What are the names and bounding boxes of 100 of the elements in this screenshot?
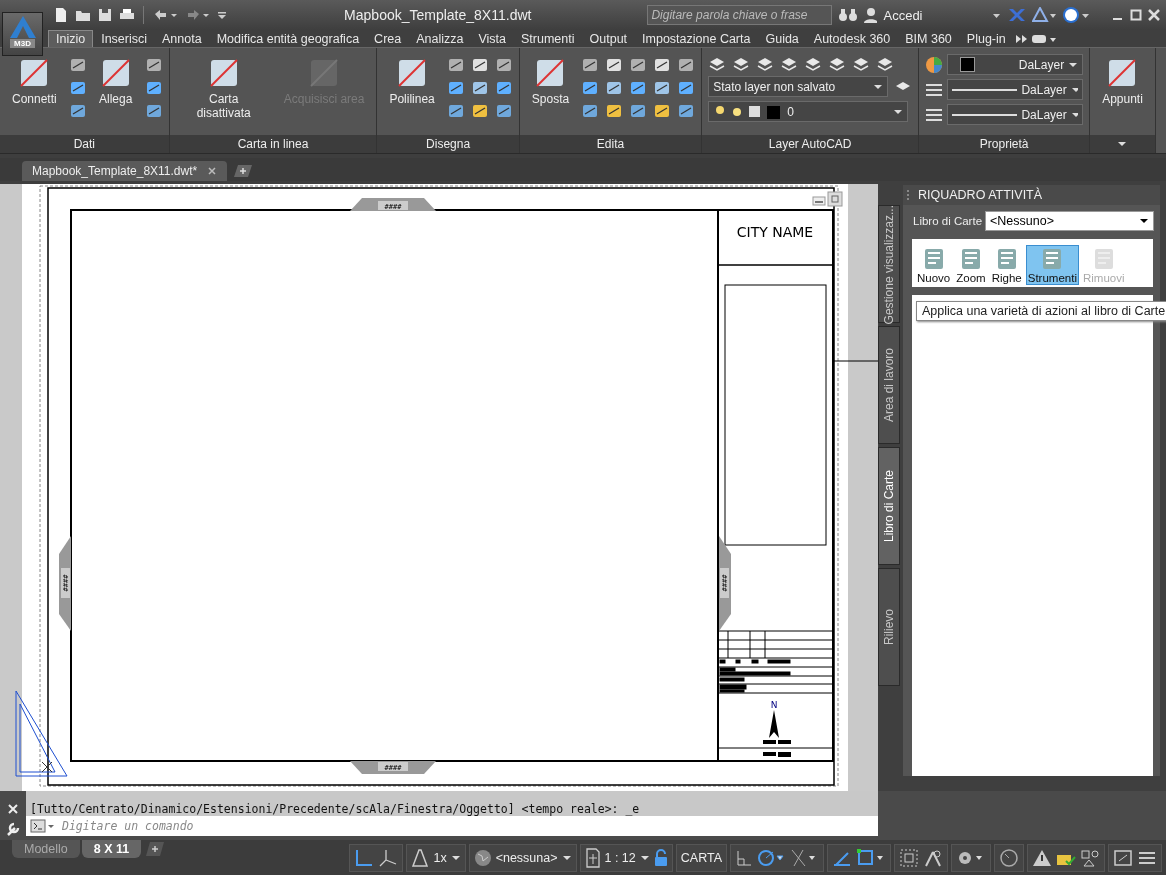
tool-icon[interactable] (653, 56, 672, 74)
annotation-icon[interactable] (411, 847, 430, 868)
tool-icon[interactable] (677, 56, 696, 74)
toolbar-button[interactable]: Strumenti (1025, 245, 1079, 286)
ribbon-button[interactable]: Polilinea (383, 54, 441, 109)
tool-icon[interactable] (677, 102, 696, 120)
minimize-ribbon-icon[interactable] (1030, 32, 1057, 45)
ribbon-tab[interactable]: Plug-in (959, 30, 1013, 47)
close-icon[interactable] (1148, 9, 1160, 21)
sign-in-link[interactable]: Accedi (883, 7, 986, 23)
ribbon-tab[interactable]: Crea (367, 30, 409, 47)
caret-icon[interactable] (561, 853, 572, 862)
side-tab[interactable]: Gestione visualizzaz... (878, 205, 900, 324)
globe-icon[interactable] (473, 848, 492, 867)
tool-icon[interactable] (494, 56, 513, 74)
application-menu-button[interactable]: M3D (2, 12, 44, 56)
lock-icon[interactable] (653, 848, 668, 867)
tool-icon[interactable] (494, 79, 513, 97)
property-icon[interactable] (925, 55, 944, 74)
new-tab-icon[interactable] (231, 164, 254, 179)
viewport-minimize-icon[interactable] (812, 196, 826, 206)
ribbon-button[interactable]: Connetti (6, 54, 63, 109)
ribbon-tab[interactable]: Guida (758, 30, 806, 47)
tool-icon[interactable] (581, 56, 600, 74)
annotation-scale[interactable]: 1x (433, 850, 447, 865)
tool-icon[interactable] (629, 56, 648, 74)
property-dropdown[interactable]: DaLayer (947, 79, 1084, 100)
prompt-icon[interactable] (30, 819, 56, 834)
ribbon-tab[interactable]: Vista (471, 30, 514, 47)
user-icon[interactable] (862, 7, 878, 23)
polar-icon[interactable] (757, 848, 785, 867)
ribbon-tab[interactable]: Impostazione Carta (635, 30, 758, 47)
ribbon-tab[interactable]: Output (582, 30, 635, 47)
tool-icon[interactable] (144, 102, 163, 120)
ribbon-tab[interactable]: Modifica entità geografica (209, 30, 367, 47)
add-layout-icon[interactable] (143, 841, 166, 858)
tool-icon[interactable] (581, 79, 600, 97)
side-tab[interactable]: Rilievo (878, 568, 900, 687)
tool-icon[interactable] (629, 102, 648, 120)
tool-icon[interactable] (470, 102, 489, 120)
tool-icon[interactable] (494, 102, 513, 120)
tool-icon[interactable] (653, 102, 672, 120)
tool-icon[interactable] (446, 56, 465, 74)
ribbon-tab[interactable]: Analizza (409, 30, 471, 47)
tool-icon[interactable] (446, 79, 465, 97)
file-tab[interactable]: Mapbook_Template_8X11.dwt* (22, 161, 228, 182)
ribbon-tab[interactable]: BIM 360 (898, 30, 959, 47)
ribbon-tab[interactable]: Strumenti (514, 30, 582, 47)
ribbon-tab[interactable]: Inizio (48, 30, 94, 47)
tool-icon[interactable] (605, 56, 624, 74)
viewport-icon[interactable] (584, 847, 601, 868)
ucs-axis-icon[interactable] (354, 847, 375, 868)
property-dropdown[interactable]: DaLayer (947, 104, 1084, 125)
tool-icon[interactable] (68, 56, 87, 74)
isometric-axis-icon[interactable] (378, 847, 399, 868)
tool-icon[interactable] (68, 102, 87, 120)
model-space-icon[interactable] (899, 847, 919, 868)
side-tab[interactable]: Libro di Carte (878, 447, 900, 566)
toolbar-button[interactable]: Righe (989, 245, 1024, 286)
viewport-restore-icon[interactable] (827, 191, 843, 207)
close-icon[interactable] (207, 166, 218, 177)
tool-icon[interactable] (653, 79, 672, 97)
ribbon-tab[interactable]: Autodesk 360 (806, 30, 898, 47)
tool-icon[interactable] (68, 79, 87, 97)
caret-icon[interactable] (639, 853, 650, 862)
toolbar-button[interactable]: Zoom (954, 245, 988, 286)
tool-icon[interactable] (605, 79, 624, 97)
command-line-field[interactable]: Digitare un comando (26, 816, 878, 837)
close-icon[interactable] (7, 802, 19, 815)
shapes-icon[interactable] (1080, 848, 1100, 867)
fullscreen-icon[interactable] (1113, 848, 1133, 867)
ribbon-button[interactable]: Sposta (525, 54, 576, 109)
ribbon-button[interactable]: Appunti (1096, 54, 1149, 109)
layer-dropdown[interactable]: 0 (708, 101, 909, 122)
search-field[interactable]: Digitare parola chiave o frase (647, 5, 832, 25)
ribbon-tab[interactable]: Annota (155, 30, 209, 47)
triangle-network-icon[interactable] (1031, 7, 1057, 23)
panel-title[interactable]: Edita (596, 136, 625, 151)
side-tab[interactable]: Area di lavoro (878, 326, 900, 445)
ribbon-button[interactable]: Allega (92, 54, 139, 109)
panel-title[interactable]: Dati (73, 136, 95, 151)
tool-icon[interactable] (144, 79, 163, 97)
layer-state-dropdown[interactable]: Stato layer non salvato (708, 76, 889, 97)
layout-tab[interactable]: 8 X 11 (81, 840, 142, 859)
caret-icon[interactable] (450, 853, 461, 862)
tool-icon[interactable] (629, 79, 648, 97)
tool-icon[interactable] (470, 56, 489, 74)
save-icon[interactable] (97, 7, 114, 23)
ortho-icon[interactable] (735, 848, 753, 867)
property-dropdown[interactable]: DaLayer (947, 54, 1084, 75)
book-dropdown[interactable]: <Nessuno> (985, 211, 1154, 232)
viewport-scale[interactable]: 1 : 12 (604, 850, 636, 865)
ribbon-button[interactable]: Carta disattivata (175, 54, 272, 123)
tool-icon[interactable] (470, 79, 489, 97)
toolbar-button[interactable]: Nuovo (915, 245, 953, 286)
tool-icon[interactable] (144, 56, 163, 74)
warning-icon[interactable] (1032, 848, 1052, 867)
tool-icon[interactable] (446, 102, 465, 120)
binoculars-icon[interactable] (837, 7, 857, 23)
tool-icon[interactable] (581, 102, 600, 120)
